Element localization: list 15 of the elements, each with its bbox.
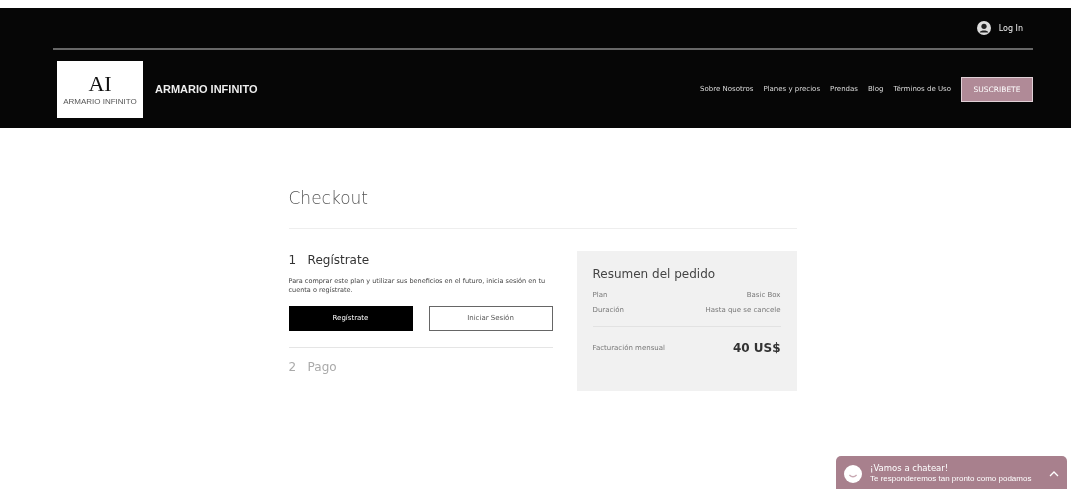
smiley-icon: [844, 465, 862, 483]
site-name: ARMARIO INFINITO: [155, 83, 258, 95]
total-price: 40 US$: [732, 341, 781, 355]
chat-title: ¡Vamos a chatear!: [870, 463, 950, 473]
step-title: 2 Pago: [288, 359, 338, 374]
logo-caption: ARMARIO INFINITO: [63, 96, 137, 106]
page-title: Checkout: [288, 188, 797, 229]
logo-letters: AI: [88, 72, 112, 95]
chat-subtitle: Te responderemos tan pronto como podamos: [870, 474, 1033, 483]
logo[interactable]: AI ARMARIO INFINITO: [57, 60, 143, 118]
chevron-icon: [1049, 471, 1059, 477]
user-icon: [976, 21, 991, 35]
login-link[interactable]: Log In: [976, 21, 1023, 35]
step-title: 1 Regístrate: [288, 253, 371, 267]
summary-title: Resumen del pedido: [592, 267, 717, 281]
